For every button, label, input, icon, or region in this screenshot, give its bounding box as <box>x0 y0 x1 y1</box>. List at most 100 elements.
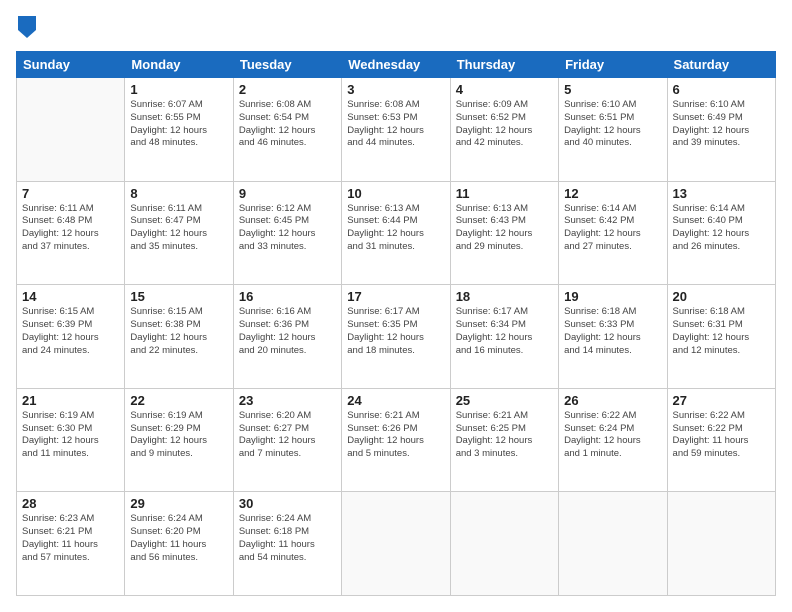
day-info: Sunrise: 6:13 AMSunset: 6:44 PMDaylight:… <box>347 203 444 254</box>
dow-header-tuesday: Tuesday <box>233 52 341 78</box>
day-info: Sunrise: 6:24 AMSunset: 6:20 PMDaylight:… <box>130 513 227 564</box>
calendar-cell: 18 Sunrise: 6:17 AMSunset: 6:34 PMDayligh… <box>450 285 558 389</box>
day-info: Sunrise: 6:12 AMSunset: 6:45 PMDaylight:… <box>239 203 336 254</box>
day-number: 1 <box>130 82 227 97</box>
week-row-3: 21Sunrise: 6:19 AMSunset: 6:30 PMDayligh… <box>17 388 776 492</box>
day-info: Sunrise: 6:23 AMSunset: 6:21 PMDaylight:… <box>22 513 119 564</box>
day-number: 20 <box>673 289 770 304</box>
day-number: 2 <box>239 82 336 97</box>
day-info: Sunrise: 6:08 AMSunset: 6:54 PMDaylight:… <box>239 99 336 150</box>
day-info: Sunrise: 6:07 AMSunset: 6:55 PMDaylight:… <box>130 99 227 150</box>
day-info: Sunrise: 6:13 AMSunset: 6:43 PMDaylight:… <box>456 203 553 254</box>
day-info: Sunrise: 6:19 AMSunset: 6:29 PMDaylight:… <box>130 410 227 461</box>
calendar-cell: 8 Sunrise: 6:11 AMSunset: 6:47 PMDaylight… <box>125 181 233 285</box>
dow-header-thursday: Thursday <box>450 52 558 78</box>
header <box>16 16 776 43</box>
calendar-cell <box>342 492 450 596</box>
day-number: 26 <box>564 393 661 408</box>
day-info: Sunrise: 6:10 AMSunset: 6:49 PMDaylight:… <box>673 99 770 150</box>
calendar-cell: 24 Sunrise: 6:21 AMSunset: 6:26 PMDayligh… <box>342 388 450 492</box>
day-number: 28 <box>22 496 119 511</box>
calendar-cell: 14 Sunrise: 6:15 AMSunset: 6:39 PMDayligh… <box>17 285 125 389</box>
day-info: Sunrise: 6:10 AMSunset: 6:51 PMDaylight:… <box>564 99 661 150</box>
day-number: 12 <box>564 186 661 201</box>
day-number: 17 <box>347 289 444 304</box>
day-number: 7 <box>22 186 119 201</box>
day-number: 8 <box>130 186 227 201</box>
day-info: Sunrise: 6:15 AMSunset: 6:39 PMDaylight:… <box>22 306 119 357</box>
day-info: Sunrise: 6:16 AMSunset: 6:36 PMDaylight:… <box>239 306 336 357</box>
day-number: 13 <box>673 186 770 201</box>
calendar-cell: 16 Sunrise: 6:16 AMSunset: 6:36 PMDayligh… <box>233 285 341 389</box>
calendar-cell: 2 Sunrise: 6:08 AMSunset: 6:54 PMDaylight… <box>233 78 341 182</box>
day-info: Sunrise: 6:21 AMSunset: 6:26 PMDaylight:… <box>347 410 444 461</box>
calendar-cell: 1 Sunrise: 6:07 AMSunset: 6:55 PMDaylight… <box>125 78 233 182</box>
day-info: Sunrise: 6:17 AMSunset: 6:34 PMDaylight:… <box>456 306 553 357</box>
calendar-cell: 29 Sunrise: 6:24 AMSunset: 6:20 PMDayligh… <box>125 492 233 596</box>
calendar-cell: 21Sunrise: 6:19 AMSunset: 6:30 PMDayligh… <box>17 388 125 492</box>
day-info: Sunrise: 6:11 AMSunset: 6:48 PMDaylight:… <box>22 203 119 254</box>
dow-header-monday: Monday <box>125 52 233 78</box>
day-number: 21 <box>22 393 119 408</box>
calendar-cell: 28 Sunrise: 6:23 AMSunset: 6:21 PMDayligh… <box>17 492 125 596</box>
day-info: Sunrise: 6:18 AMSunset: 6:33 PMDaylight:… <box>564 306 661 357</box>
day-number: 10 <box>347 186 444 201</box>
day-number: 15 <box>130 289 227 304</box>
logo <box>16 16 38 43</box>
day-number: 24 <box>347 393 444 408</box>
calendar-cell: 13 Sunrise: 6:14 AMSunset: 6:40 PMDayligh… <box>667 181 775 285</box>
day-info: Sunrise: 6:11 AMSunset: 6:47 PMDaylight:… <box>130 203 227 254</box>
day-info: Sunrise: 6:14 AMSunset: 6:42 PMDaylight:… <box>564 203 661 254</box>
day-number: 9 <box>239 186 336 201</box>
day-number: 30 <box>239 496 336 511</box>
calendar-cell <box>559 492 667 596</box>
calendar-cell: 6 Sunrise: 6:10 AMSunset: 6:49 PMDaylight… <box>667 78 775 182</box>
day-number: 6 <box>673 82 770 97</box>
week-row-4: 28 Sunrise: 6:23 AMSunset: 6:21 PMDayligh… <box>17 492 776 596</box>
calendar-cell <box>667 492 775 596</box>
day-info: Sunrise: 6:22 AMSunset: 6:24 PMDaylight:… <box>564 410 661 461</box>
calendar-cell: 15 Sunrise: 6:15 AMSunset: 6:38 PMDayligh… <box>125 285 233 389</box>
dow-header-sunday: Sunday <box>17 52 125 78</box>
calendar-cell: 4 Sunrise: 6:09 AMSunset: 6:52 PMDaylight… <box>450 78 558 182</box>
day-info: Sunrise: 6:21 AMSunset: 6:25 PMDaylight:… <box>456 410 553 461</box>
page: SundayMondayTuesdayWednesdayThursdayFrid… <box>0 0 792 612</box>
calendar-table: SundayMondayTuesdayWednesdayThursdayFrid… <box>16 51 776 596</box>
day-number: 4 <box>456 82 553 97</box>
day-info: Sunrise: 6:08 AMSunset: 6:53 PMDaylight:… <box>347 99 444 150</box>
calendar-body: 1 Sunrise: 6:07 AMSunset: 6:55 PMDaylight… <box>17 78 776 596</box>
day-number: 14 <box>22 289 119 304</box>
calendar-cell: 10 Sunrise: 6:13 AMSunset: 6:44 PMDayligh… <box>342 181 450 285</box>
calendar-cell: 17 Sunrise: 6:17 AMSunset: 6:35 PMDayligh… <box>342 285 450 389</box>
logo-icon <box>18 16 36 38</box>
calendar-cell: 25 Sunrise: 6:21 AMSunset: 6:25 PMDayligh… <box>450 388 558 492</box>
day-number: 3 <box>347 82 444 97</box>
day-info: Sunrise: 6:09 AMSunset: 6:52 PMDaylight:… <box>456 99 553 150</box>
day-info: Sunrise: 6:24 AMSunset: 6:18 PMDaylight:… <box>239 513 336 564</box>
day-number: 23 <box>239 393 336 408</box>
day-number: 11 <box>456 186 553 201</box>
day-info: Sunrise: 6:15 AMSunset: 6:38 PMDaylight:… <box>130 306 227 357</box>
day-info: Sunrise: 6:20 AMSunset: 6:27 PMDaylight:… <box>239 410 336 461</box>
day-number: 16 <box>239 289 336 304</box>
day-number: 18 <box>456 289 553 304</box>
calendar-cell <box>450 492 558 596</box>
day-info: Sunrise: 6:22 AMSunset: 6:22 PMDaylight:… <box>673 410 770 461</box>
calendar-cell: 9 Sunrise: 6:12 AMSunset: 6:45 PMDaylight… <box>233 181 341 285</box>
week-row-2: 14 Sunrise: 6:15 AMSunset: 6:39 PMDayligh… <box>17 285 776 389</box>
week-row-1: 7 Sunrise: 6:11 AMSunset: 6:48 PMDaylight… <box>17 181 776 285</box>
day-info: Sunrise: 6:14 AMSunset: 6:40 PMDaylight:… <box>673 203 770 254</box>
day-number: 27 <box>673 393 770 408</box>
day-number: 29 <box>130 496 227 511</box>
calendar-cell: 19 Sunrise: 6:18 AMSunset: 6:33 PMDayligh… <box>559 285 667 389</box>
day-info: Sunrise: 6:18 AMSunset: 6:31 PMDaylight:… <box>673 306 770 357</box>
calendar-cell: 7 Sunrise: 6:11 AMSunset: 6:48 PMDaylight… <box>17 181 125 285</box>
day-info: Sunrise: 6:17 AMSunset: 6:35 PMDaylight:… <box>347 306 444 357</box>
day-number: 5 <box>564 82 661 97</box>
calendar-cell: 11 Sunrise: 6:13 AMSunset: 6:43 PMDayligh… <box>450 181 558 285</box>
day-number: 19 <box>564 289 661 304</box>
day-number: 25 <box>456 393 553 408</box>
day-number: 22 <box>130 393 227 408</box>
week-row-0: 1 Sunrise: 6:07 AMSunset: 6:55 PMDaylight… <box>17 78 776 182</box>
calendar-cell: 22 Sunrise: 6:19 AMSunset: 6:29 PMDayligh… <box>125 388 233 492</box>
